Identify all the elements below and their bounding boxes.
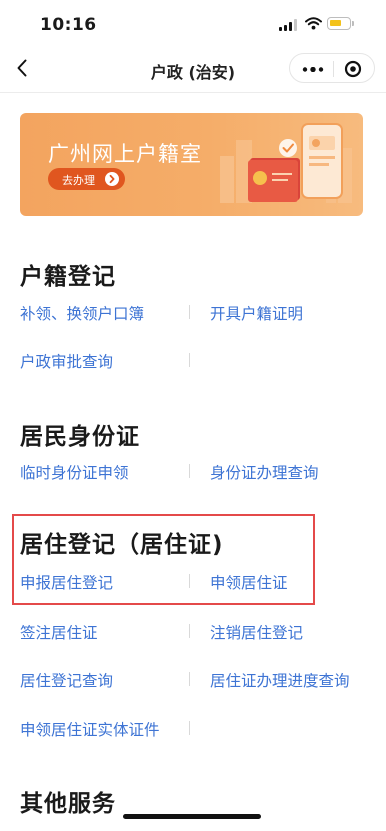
capsule-divider: [333, 61, 334, 77]
link-residence-permit-progress-query[interactable]: 居住证办理进度查询: [210, 669, 350, 691]
online-household-registry-banner[interactable]: 广州网上户籍室 去办理: [20, 113, 363, 216]
link-id-card-query[interactable]: 身份证办理查询: [210, 461, 319, 483]
link-temporary-id-application[interactable]: 临时身份证申领: [20, 461, 129, 483]
link-divider: [189, 624, 190, 638]
mini-program-close-icon[interactable]: [342, 58, 364, 80]
section-title-resident-id-card: 居民身份证: [20, 424, 140, 450]
section-title-other-services: 其他服务: [20, 791, 116, 817]
go-handle-button-label: 去办理: [62, 174, 95, 187]
link-apply-physical-residence-permit[interactable]: 申领居住证实体证件: [20, 718, 160, 740]
banner-title: 广州网上户籍室: [48, 142, 202, 166]
chevron-right-icon: [105, 172, 119, 186]
link-divider: [189, 464, 190, 478]
household-register-illustration: [220, 123, 352, 203]
wifi-icon: [305, 17, 322, 30]
status-time: 10:16: [40, 15, 97, 35]
link-reissue-household-booklet[interactable]: 补领、换领户口簿: [20, 302, 144, 324]
navigation-bar: 户政 (治安): [0, 46, 386, 93]
mini-program-capsule: [289, 53, 375, 83]
more-dots-icon[interactable]: [302, 67, 324, 72]
link-divider: [189, 721, 190, 735]
status-bar: 10:16: [0, 0, 386, 46]
link-residence-registration-query[interactable]: 居住登记查询: [20, 669, 113, 691]
highlight-box: [12, 514, 315, 605]
link-divider: [189, 672, 190, 686]
link-endorse-residence-permit[interactable]: 签注居住证: [20, 621, 98, 643]
cellular-signal-icon: [279, 19, 297, 31]
go-handle-button[interactable]: 去办理: [48, 168, 125, 190]
link-divider: [189, 353, 190, 367]
battery-icon: [327, 17, 354, 30]
link-cancel-residence-registration[interactable]: 注销居住登记: [210, 621, 303, 643]
link-approval-query[interactable]: 户政审批查询: [20, 350, 113, 372]
section-title-household-registration: 户籍登记: [20, 264, 116, 290]
link-household-certificate[interactable]: 开具户籍证明: [210, 302, 303, 324]
home-indicator[interactable]: [123, 814, 261, 819]
link-divider: [189, 305, 190, 319]
